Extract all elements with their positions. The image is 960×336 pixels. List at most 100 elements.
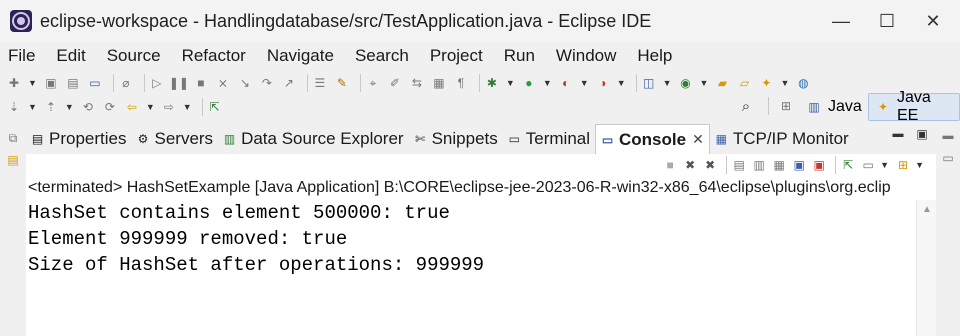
- tab-servers[interactable]: ⚙ Servers: [131, 124, 218, 154]
- coverage-dropdown-icon[interactable]: ▼: [580, 78, 589, 88]
- console-output[interactable]: HashSet contains element 500000: true El…: [26, 200, 936, 336]
- skip-breakpoints-icon[interactable]: ⌀: [118, 75, 134, 91]
- menu-search[interactable]: Search: [355, 46, 409, 66]
- display-console-dropdown-icon[interactable]: ▼: [880, 160, 889, 170]
- open-type-icon[interactable]: ▰: [714, 75, 730, 91]
- close-icon[interactable]: ✕: [692, 131, 704, 148]
- maximize-button[interactable]: ☐: [864, 0, 910, 42]
- previous-annotation-dropdown-icon[interactable]: ▼: [65, 102, 74, 112]
- package-explorer-icon[interactable]: ▤: [5, 152, 21, 168]
- close-window-button[interactable]: ✕: [910, 0, 956, 42]
- suspend-icon[interactable]: ❚❚: [169, 75, 189, 91]
- previous-annotation-icon[interactable]: ⇡: [43, 99, 59, 115]
- remove-launch-icon[interactable]: ✖: [682, 157, 698, 173]
- display-console-icon[interactable]: ▭: [860, 157, 876, 173]
- forward-dropdown-icon[interactable]: ▼: [183, 102, 192, 112]
- back-dropdown-icon[interactable]: ▼: [146, 102, 155, 112]
- scroll-lock-icon[interactable]: ▥: [751, 157, 767, 173]
- save-icon[interactable]: ▣: [43, 75, 59, 91]
- pin-console-icon[interactable]: ⇱: [840, 157, 856, 173]
- vertical-scrollbar[interactable]: ▲: [916, 200, 936, 336]
- word-wrap-icon[interactable]: ⇆: [409, 75, 425, 91]
- tab-snippets[interactable]: ✄ Snippets: [409, 124, 503, 154]
- menu-window[interactable]: Window: [556, 46, 616, 66]
- new-java-project-icon[interactable]: ◫: [641, 75, 657, 91]
- search-tool-icon[interactable]: ✦: [758, 75, 774, 91]
- menu-file[interactable]: File: [8, 46, 35, 66]
- step-over-icon[interactable]: ↷: [259, 75, 275, 91]
- block-selection-icon[interactable]: ▦: [431, 75, 447, 91]
- open-perspective-icon[interactable]: ⊞: [778, 98, 794, 114]
- debug-icon[interactable]: ✱: [484, 75, 500, 91]
- terminate-console-icon[interactable]: ■: [662, 157, 678, 173]
- next-annotation-icon[interactable]: ⇣: [6, 99, 22, 115]
- run-dropdown-icon[interactable]: ▼: [543, 78, 552, 88]
- run-icon[interactable]: ●: [521, 75, 537, 91]
- view-tabs: ▤ Properties ⚙ Servers ▥ Data Source Exp…: [26, 124, 936, 154]
- perspective-java-ee[interactable]: ✦ Java EE: [868, 89, 960, 124]
- console-icon: ▭: [601, 132, 614, 147]
- menu-navigate[interactable]: Navigate: [267, 46, 334, 66]
- toggle-block-icon[interactable]: ☰: [312, 75, 328, 91]
- step-return-icon[interactable]: ↗: [281, 75, 297, 91]
- last-edit-location-icon[interactable]: ⟲: [80, 99, 96, 115]
- new-class-dropdown-icon[interactable]: ▼: [700, 78, 709, 88]
- new-dropdown-icon[interactable]: ▼: [28, 78, 37, 88]
- trim-view-icon[interactable]: ▭: [940, 150, 956, 166]
- disconnect-icon[interactable]: ⨯: [215, 75, 231, 91]
- tab-terminal[interactable]: ▭ Terminal: [503, 124, 595, 154]
- search-icon[interactable]: ⌕: [738, 98, 754, 115]
- menu-run[interactable]: Run: [504, 46, 535, 66]
- menu-source[interactable]: Source: [107, 46, 161, 66]
- java-perspective-icon: ▥: [808, 100, 820, 114]
- menu-edit[interactable]: Edit: [56, 46, 85, 66]
- view-menu-icon[interactable]: ▼: [915, 160, 924, 170]
- tab-tcpip-monitor[interactable]: ▦ TCP/IP Monitor: [710, 124, 854, 154]
- menu-help[interactable]: Help: [637, 46, 672, 66]
- title-bar: eclipse-workspace - Handlingdatabase/src…: [0, 0, 960, 42]
- mark-occurrences-icon[interactable]: ✐: [387, 75, 403, 91]
- menu-bar: File Edit Source Refactor Navigate Searc…: [0, 42, 960, 70]
- new-java-project-dropdown-icon[interactable]: ▼: [663, 78, 672, 88]
- word-wrap-console-icon[interactable]: ▦: [771, 157, 787, 173]
- web-browser-icon[interactable]: ◍: [795, 75, 811, 91]
- open-task-icon[interactable]: ▱: [736, 75, 752, 91]
- forward-icon[interactable]: ⇨: [161, 99, 177, 115]
- search-tool-dropdown-icon[interactable]: ▼: [780, 78, 789, 88]
- new-icon[interactable]: ✚: [6, 75, 22, 91]
- show-stdout-icon[interactable]: ▣: [791, 157, 807, 173]
- new-class-icon[interactable]: ◉: [678, 75, 694, 91]
- terminate-icon[interactable]: ■: [193, 75, 209, 91]
- toggle-comment-icon[interactable]: ✎: [334, 75, 350, 91]
- tab-properties[interactable]: ▤ Properties: [26, 124, 131, 154]
- open-console-icon[interactable]: ▭: [87, 75, 103, 91]
- tab-data-source-explorer[interactable]: ▥ Data Source Explorer: [218, 124, 409, 154]
- remove-all-terminated-icon[interactable]: ✖: [702, 157, 718, 173]
- external-tools-icon[interactable]: ◑: [595, 75, 611, 91]
- minimize-trim-icon[interactable]: ▬: [940, 128, 956, 144]
- pin-editor-icon[interactable]: ⇱: [207, 99, 223, 115]
- maximize-view-icon[interactable]: ▣: [914, 126, 930, 142]
- back-icon[interactable]: ⇦: [124, 99, 140, 115]
- breadcrumb-icon[interactable]: ⌖: [365, 75, 381, 91]
- show-stderr-icon[interactable]: ▣: [811, 157, 827, 173]
- restore-icon[interactable]: ⧉: [5, 130, 21, 146]
- external-tools-dropdown-icon[interactable]: ▼: [617, 78, 626, 88]
- menu-refactor[interactable]: Refactor: [182, 46, 246, 66]
- clear-console-icon[interactable]: ▤: [731, 157, 747, 173]
- open-console-dropdown-icon[interactable]: ⊞: [895, 157, 911, 173]
- minimize-view-icon[interactable]: ▬: [890, 126, 906, 142]
- perspective-java[interactable]: ▥ Java: [806, 93, 861, 121]
- save-all-icon[interactable]: ▤: [65, 75, 81, 91]
- resume-icon[interactable]: ▷: [149, 75, 165, 91]
- show-whitespace-icon[interactable]: ¶: [453, 75, 469, 91]
- menu-project[interactable]: Project: [430, 46, 483, 66]
- forward-edit-icon[interactable]: ⟳: [102, 99, 118, 115]
- coverage-icon[interactable]: ◐: [558, 75, 574, 91]
- minimize-button[interactable]: —: [818, 0, 864, 42]
- next-annotation-dropdown-icon[interactable]: ▼: [28, 102, 37, 112]
- step-into-icon[interactable]: ↘: [237, 75, 253, 91]
- scroll-up-icon[interactable]: ▲: [922, 204, 932, 215]
- debug-dropdown-icon[interactable]: ▼: [506, 78, 515, 88]
- tab-console[interactable]: ▭ Console ✕: [595, 124, 710, 154]
